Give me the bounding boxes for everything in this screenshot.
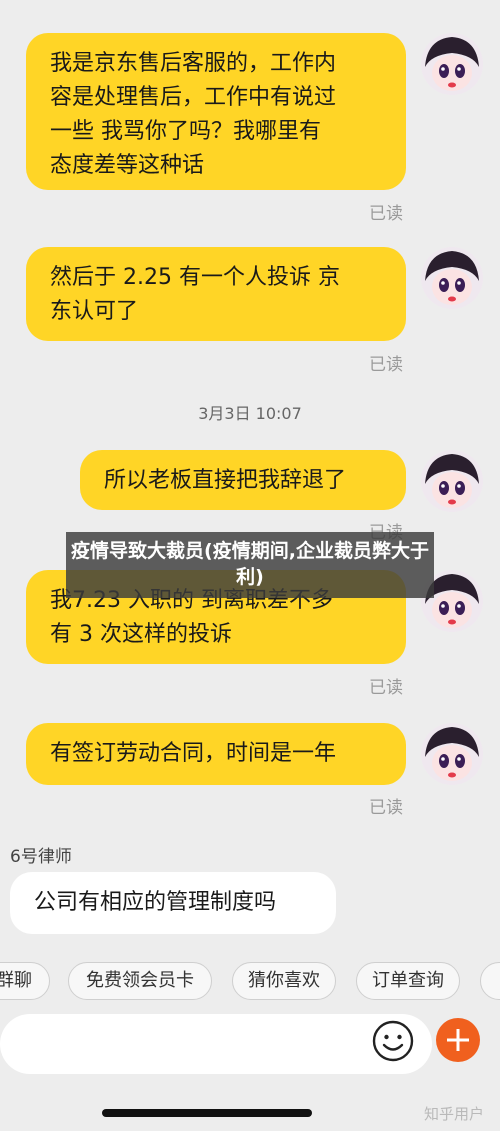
- message-bubble[interactable]: 有签订劳动合同，时间是一年: [26, 723, 406, 785]
- message-bubble[interactable]: 然后于 2.25 有一个人投诉 京 东认可了: [26, 247, 406, 341]
- message-bubble[interactable]: 我是京东售后客服的，工作内 容是处理售后，工作中有说过 一些 我骂你了吗？我哪里…: [26, 33, 406, 190]
- message-bubble[interactable]: 所以老板直接把我辞退了: [80, 450, 406, 510]
- chat-area: 我是京东售后客服的，工作内 容是处理售后，工作中有说过 一些 我骂你了吗？我哪里…: [0, 0, 500, 945]
- smiley-icon[interactable]: [370, 1018, 416, 1064]
- avatar[interactable]: [421, 450, 483, 512]
- avatar[interactable]: [421, 247, 483, 309]
- read-status: 已读: [369, 678, 403, 698]
- lawyer-message-bubble[interactable]: 公司有相应的管理制度吗: [10, 872, 336, 934]
- quick-reply-order-query[interactable]: 订单查询: [356, 962, 460, 1000]
- sender-name: 6号律师: [10, 847, 72, 867]
- read-status: 已读: [369, 204, 403, 224]
- quick-reply-guess-like[interactable]: 猜你喜欢: [232, 962, 336, 1000]
- quick-reply-more[interactable]: [480, 962, 500, 1000]
- quick-reply-bar: 群聊 免费领会员卡 猜你喜欢 订单查询: [0, 952, 500, 1008]
- quick-reply-group-chat[interactable]: 群聊: [0, 962, 50, 1000]
- overlay-caption: 疫情导致大裁员(疫情期间,企业裁员弊大于利): [66, 532, 434, 598]
- timestamp: 3月3日 10:07: [198, 404, 302, 423]
- avatar[interactable]: [421, 33, 483, 95]
- read-status: 已读: [369, 355, 403, 375]
- plus-icon[interactable]: [436, 1018, 480, 1062]
- message-input[interactable]: [0, 1014, 432, 1074]
- read-status: 已读: [369, 798, 403, 818]
- watermark: 知乎用户: [424, 1105, 485, 1123]
- home-indicator[interactable]: [102, 1109, 312, 1117]
- avatar[interactable]: [421, 723, 483, 785]
- quick-reply-free-membership[interactable]: 免费领会员卡: [68, 962, 212, 1000]
